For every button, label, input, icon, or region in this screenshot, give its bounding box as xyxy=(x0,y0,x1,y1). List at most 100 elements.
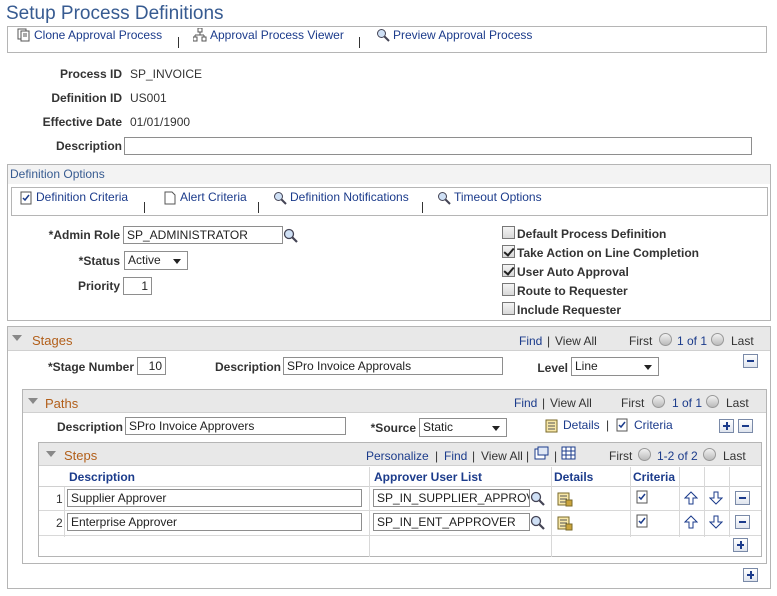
previous-icon[interactable] xyxy=(638,448,651,461)
path-description-input[interactable]: SPro Invoice Approvers xyxy=(125,417,346,435)
delete-step-button[interactable] xyxy=(735,491,750,505)
add-path-button[interactable] xyxy=(719,419,734,433)
toolbar-separator xyxy=(359,37,360,48)
user-auto-approval-checkbox[interactable] xyxy=(502,264,515,277)
grid-download-icon[interactable] xyxy=(561,446,576,463)
step-description-input[interactable]: Supplier Approver xyxy=(67,489,362,507)
stages-find-link[interactable]: Find xyxy=(519,334,542,348)
route-to-requester-label: Route to Requester xyxy=(517,284,628,298)
next-icon[interactable] xyxy=(706,395,719,408)
criteria-icon[interactable] xyxy=(636,514,649,532)
toolbar-separator xyxy=(178,37,179,48)
magnifier-icon[interactable] xyxy=(273,191,287,208)
definition-options-header xyxy=(8,165,770,184)
admin-role-input[interactable]: SP_ADMINISTRATOR xyxy=(123,226,283,244)
process-id-label: Process ID xyxy=(59,67,122,81)
default-process-definition-checkbox[interactable] xyxy=(502,226,515,239)
hierarchy-icon[interactable] xyxy=(192,27,207,45)
stage-description-label: Description xyxy=(214,360,281,374)
definition-id-value: US001 xyxy=(130,91,167,105)
description-input[interactable] xyxy=(124,137,752,155)
lookup-icon[interactable] xyxy=(283,228,298,246)
paths-view-all-link[interactable]: View All xyxy=(550,396,592,410)
step-description-input[interactable]: Enterprise Approver xyxy=(67,513,362,531)
stages-last-label[interactable]: Last xyxy=(731,334,754,348)
details-icon[interactable] xyxy=(557,491,573,510)
lookup-icon[interactable] xyxy=(530,515,545,533)
magnifier-icon[interactable] xyxy=(437,191,451,208)
separator: | xyxy=(606,418,610,432)
add-step-button[interactable] xyxy=(733,538,748,552)
move-down-icon[interactable] xyxy=(708,515,724,532)
separator: | xyxy=(526,449,530,463)
column-details: Details xyxy=(554,470,594,484)
details-icon[interactable] xyxy=(545,418,560,436)
criteria-icon[interactable] xyxy=(636,490,649,508)
approval-process-viewer-link[interactable]: Approval Process Viewer xyxy=(210,28,344,42)
route-to-requester-checkbox[interactable] xyxy=(502,283,515,296)
paths-title: Paths xyxy=(45,396,79,411)
next-icon[interactable] xyxy=(711,333,724,346)
collapse-icon[interactable] xyxy=(12,335,22,341)
approver-user-list-input[interactable]: SP_IN_SUPPLIER_APPROVER xyxy=(373,489,530,507)
move-down-icon[interactable] xyxy=(708,491,724,508)
collapse-icon[interactable] xyxy=(28,398,38,404)
delete-path-button[interactable] xyxy=(738,419,753,433)
steps-find-link[interactable]: Find xyxy=(444,449,467,463)
delete-stage-button[interactable] xyxy=(743,354,758,368)
page-title: Setup Process Definitions xyxy=(6,3,224,24)
stage-description-input[interactable]: SPro Invoice Approvals xyxy=(283,357,503,375)
tab-definition-notifications[interactable]: Definition Notifications xyxy=(290,190,409,204)
source-select[interactable]: Static xyxy=(419,418,507,437)
separator: | xyxy=(547,334,551,348)
document-icon[interactable] xyxy=(164,191,176,208)
stages-first-label[interactable]: First xyxy=(629,334,652,348)
details-icon[interactable] xyxy=(557,515,573,534)
steps-last-label[interactable]: Last xyxy=(723,449,746,463)
lookup-icon[interactable] xyxy=(530,491,545,509)
clone-icon[interactable] xyxy=(17,28,30,45)
row-number: 1 xyxy=(56,492,63,506)
steps-view-all-link[interactable]: View All xyxy=(481,449,523,463)
take-action-on-line-completion-label: Take Action on Line Completion xyxy=(517,246,700,260)
stages-pager: 1 of 1 xyxy=(677,334,708,348)
clone-approval-process-link[interactable]: Clone Approval Process xyxy=(34,28,162,42)
previous-icon[interactable] xyxy=(659,333,672,346)
criteria-icon[interactable] xyxy=(20,191,33,208)
approver-user-list-input[interactable]: SP_IN_ENT_APPROVER xyxy=(373,513,530,531)
level-select[interactable]: Line xyxy=(571,357,659,376)
effective-date-label: Effective Date xyxy=(42,115,122,129)
steps-personalize-link[interactable]: Personalize xyxy=(366,449,429,463)
paths-last-label[interactable]: Last xyxy=(726,396,749,410)
criteria-icon[interactable] xyxy=(616,418,629,436)
path-details-link[interactable]: Details xyxy=(563,418,600,432)
take-action-on-line-completion-checkbox[interactable] xyxy=(502,245,515,258)
move-up-icon[interactable] xyxy=(683,491,699,508)
magnifier-icon[interactable] xyxy=(376,28,390,45)
tab-definition-criteria[interactable]: Definition Criteria xyxy=(36,190,128,204)
next-icon[interactable] xyxy=(703,448,716,461)
paths-find-link[interactable]: Find xyxy=(514,396,537,410)
paths-first-label[interactable]: First xyxy=(621,396,644,410)
description-label: Description xyxy=(55,139,122,153)
tab-timeout-options[interactable]: Timeout Options xyxy=(454,190,542,204)
include-requester-checkbox[interactable] xyxy=(502,302,515,315)
status-select[interactable]: Active xyxy=(124,251,188,270)
stages-view-all-link[interactable]: View All xyxy=(555,334,597,348)
tab-separator xyxy=(422,202,423,213)
tab-alert-criteria[interactable]: Alert Criteria xyxy=(180,190,247,204)
steps-first-label[interactable]: First xyxy=(609,449,632,463)
previous-icon[interactable] xyxy=(652,395,665,408)
path-criteria-link[interactable]: Criteria xyxy=(634,418,673,432)
move-up-icon[interactable] xyxy=(683,515,699,532)
stage-number-input[interactable]: 10 xyxy=(137,357,166,375)
delete-step-button[interactable] xyxy=(735,515,750,529)
collapse-icon[interactable] xyxy=(46,451,56,457)
add-stage-button[interactable] xyxy=(743,568,758,582)
priority-input[interactable]: 1 xyxy=(123,277,152,295)
definition-id-label: Definition ID xyxy=(51,91,122,105)
steps-pager: 1-2 of 2 xyxy=(657,449,698,463)
preview-approval-process-link[interactable]: Preview Approval Process xyxy=(393,28,532,42)
source-label: *Source xyxy=(370,421,416,435)
new-window-icon[interactable] xyxy=(534,446,549,463)
